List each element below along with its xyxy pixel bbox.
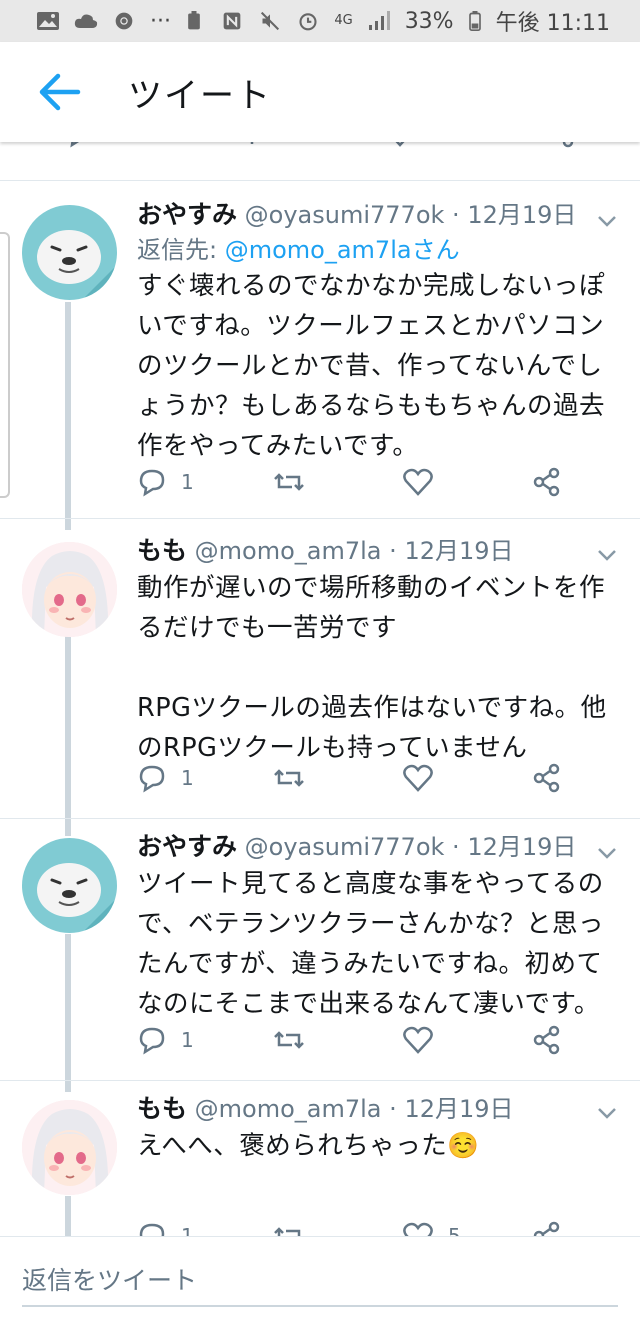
tweet-header: おやすみ @oyasumi777ok · 12月19日 bbox=[137, 832, 620, 862]
tweet-actions: 1 bbox=[137, 758, 567, 798]
divider bbox=[0, 1080, 640, 1081]
tweet-header: もも @momo_am7la · 12月19日 bbox=[137, 536, 620, 566]
reply-count: 1 bbox=[181, 766, 194, 790]
tweet-actions: 1 bbox=[137, 1020, 567, 1060]
retweet-icon bbox=[274, 1031, 304, 1049]
tweet-text: えへへ、褒められちゃった☺️ bbox=[137, 1131, 480, 1161]
retweet-button[interactable] bbox=[272, 763, 402, 793]
tweet-date[interactable]: 12月19日 bbox=[404, 537, 513, 565]
battery-icon bbox=[468, 11, 481, 31]
reply-icon bbox=[139, 765, 165, 793]
retweet-icon bbox=[274, 769, 304, 787]
tweet-date[interactable]: 12月19日 bbox=[467, 833, 576, 861]
input-underline bbox=[22, 1305, 618, 1307]
avatar[interactable] bbox=[22, 205, 117, 300]
retweet-button[interactable] bbox=[272, 467, 402, 497]
like-button[interactable] bbox=[402, 1025, 532, 1055]
reply-prefix: 返信先: bbox=[137, 236, 225, 264]
retweet-button[interactable] bbox=[272, 1025, 402, 1055]
user-handle[interactable]: @momo_am7la bbox=[195, 537, 382, 565]
clock: 午後 11:11 bbox=[495, 11, 610, 36]
page-title: ツイート bbox=[128, 75, 272, 116]
network-type: 4G bbox=[334, 13, 353, 28]
share-button[interactable] bbox=[532, 467, 562, 497]
user-handle[interactable]: @momo_am7la bbox=[195, 1095, 382, 1123]
signal-icon bbox=[368, 11, 390, 30]
share-icon bbox=[533, 467, 560, 497]
reply-button[interactable]: 1 bbox=[137, 763, 272, 793]
divider bbox=[0, 518, 640, 519]
tweet-header: おやすみ @oyasumi777ok · 12月19日 bbox=[137, 200, 620, 230]
separator: · bbox=[452, 833, 460, 861]
share-button[interactable] bbox=[532, 1025, 562, 1055]
tweet-text: 動作が遅いので場所移動のイベントを作るだけでも一苦労です RPGツクールの過去作… bbox=[137, 573, 607, 763]
anime-girl-avatar-icon bbox=[22, 542, 117, 637]
recycle-icon bbox=[188, 11, 201, 30]
reply-count: 1 bbox=[181, 1028, 194, 1052]
tweet-header: もも @momo_am7la · 12月19日 bbox=[137, 1094, 620, 1124]
heart-icon bbox=[403, 1026, 433, 1054]
reply-bar: 返信をツイート bbox=[0, 1236, 640, 1317]
divider bbox=[0, 818, 640, 819]
share-icon bbox=[533, 763, 560, 793]
image-icon bbox=[37, 12, 59, 30]
seal-avatar-icon bbox=[22, 205, 117, 300]
avatar[interactable] bbox=[22, 838, 117, 933]
mention-link[interactable]: @momo_am7laさん bbox=[225, 236, 460, 264]
separator: · bbox=[452, 201, 460, 229]
tweet-date[interactable]: 12月19日 bbox=[467, 201, 576, 229]
seal-avatar-icon bbox=[22, 838, 117, 933]
thread-line bbox=[65, 302, 71, 530]
thread-line bbox=[65, 934, 71, 1092]
user-handle[interactable]: @oyasumi777ok bbox=[245, 201, 445, 229]
chevron-down-icon[interactable] bbox=[596, 210, 618, 232]
reply-context: 返信先: @momo_am7laさん bbox=[137, 234, 620, 266]
back-arrow-icon bbox=[39, 73, 81, 111]
chevron-down-icon[interactable] bbox=[596, 842, 618, 864]
reply-button[interactable]: 1 bbox=[137, 467, 272, 497]
avatar[interactable] bbox=[22, 542, 117, 637]
app-header: ツイート bbox=[0, 42, 640, 142]
back-button[interactable] bbox=[30, 62, 90, 122]
edge-panel-handle[interactable] bbox=[0, 232, 10, 498]
chevron-down-icon[interactable] bbox=[596, 1102, 618, 1124]
share-icon bbox=[533, 1025, 560, 1055]
chevron-down-icon[interactable] bbox=[596, 544, 618, 566]
tweet-date[interactable]: 12月19日 bbox=[404, 1095, 513, 1123]
alarm-icon bbox=[299, 13, 317, 31]
nfc-icon bbox=[223, 12, 241, 30]
like-button[interactable] bbox=[402, 763, 532, 793]
separator: · bbox=[389, 1095, 397, 1123]
reply-icon bbox=[139, 469, 165, 497]
thread-line bbox=[65, 636, 71, 836]
chrome-icon bbox=[115, 12, 133, 30]
tweet-text: すぐ壊れるのでなかなか完成しないっぽいですね。ツクールフェスとかパソコンのツクー… bbox=[137, 271, 606, 461]
reply-input[interactable]: 返信をツイート bbox=[22, 1261, 197, 1297]
reply-icon bbox=[139, 1027, 165, 1055]
heart-icon bbox=[403, 468, 433, 496]
tweet-actions: 1 bbox=[137, 462, 567, 502]
heart-icon bbox=[403, 764, 433, 792]
avatar[interactable] bbox=[22, 1100, 117, 1195]
battery-percent: 33% bbox=[404, 8, 454, 34]
reply-count: 1 bbox=[181, 470, 194, 494]
more-notifications: ··· bbox=[150, 8, 171, 34]
display-name[interactable]: もも bbox=[137, 1094, 187, 1123]
retweet-icon bbox=[274, 473, 304, 491]
user-handle[interactable]: @oyasumi777ok bbox=[245, 833, 445, 861]
divider bbox=[0, 180, 640, 181]
display-name[interactable]: おやすみ bbox=[137, 200, 237, 229]
display-name[interactable]: もも bbox=[137, 536, 187, 565]
status-bar: ··· 4G 33% 午後 11:11 bbox=[0, 0, 640, 42]
like-button[interactable] bbox=[402, 467, 532, 497]
separator: · bbox=[389, 537, 397, 565]
share-button[interactable] bbox=[532, 763, 562, 793]
tweet-text: ツイート見てると高度な事をやってるので、ベテランツクラーさんかな？と思ったんです… bbox=[137, 869, 604, 1019]
display-name[interactable]: おやすみ bbox=[137, 832, 237, 861]
mute-icon bbox=[261, 11, 280, 31]
thread-line bbox=[65, 1196, 71, 1236]
cloud-icon bbox=[74, 14, 98, 28]
anime-girl-avatar-icon bbox=[22, 1100, 117, 1195]
reply-button[interactable]: 1 bbox=[137, 1025, 272, 1055]
